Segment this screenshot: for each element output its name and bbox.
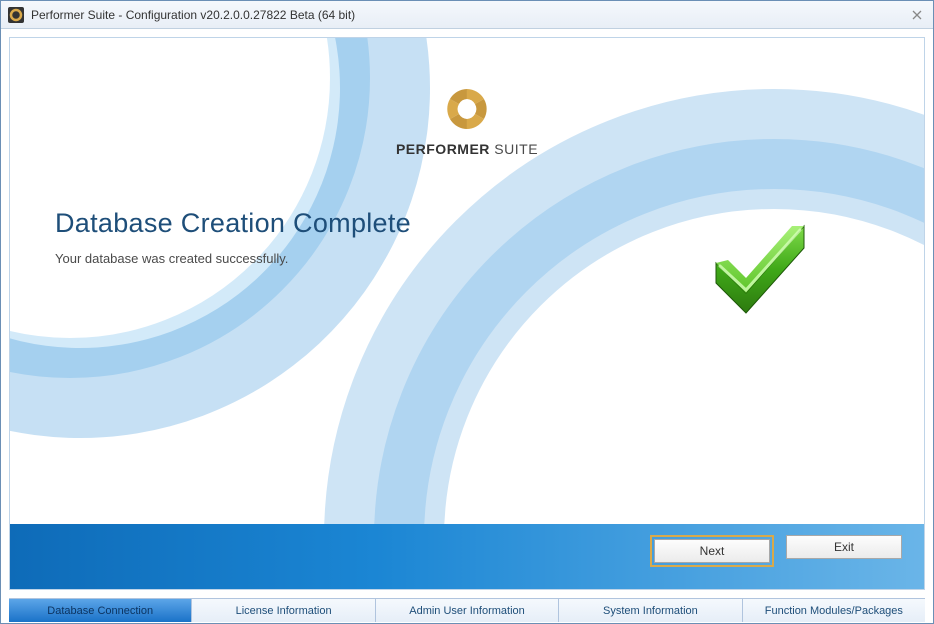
tab-function-modules-packages[interactable]: Function Modules/Packages xyxy=(743,599,925,622)
button-row: Next Exit xyxy=(650,535,902,567)
background-arc xyxy=(374,139,925,590)
app-icon xyxy=(7,6,25,24)
page-subtitle: Your database was created successfully. xyxy=(55,251,411,266)
titlebar-text: Performer Suite - Configuration v20.2.0.… xyxy=(31,8,907,22)
main-message: Database Creation Complete Your database… xyxy=(55,208,411,266)
tab-system-information[interactable]: System Information xyxy=(559,599,742,622)
success-checkmark-icon xyxy=(704,218,814,318)
tab-license-information[interactable]: License Information xyxy=(192,599,375,622)
tab-admin-user-information[interactable]: Admin User Information xyxy=(376,599,559,622)
next-button[interactable]: Next xyxy=(654,539,770,563)
logo-text: PERFORMER SUITE xyxy=(396,141,538,157)
content-area: PERFORMER SUITE Database Creation Comple… xyxy=(9,37,925,590)
logo-icon xyxy=(441,83,493,135)
wizard-tabs: Database Connection License Information … xyxy=(9,598,925,622)
page-title: Database Creation Complete xyxy=(55,208,411,239)
logo: PERFORMER SUITE xyxy=(396,83,538,157)
background-arc xyxy=(324,89,925,590)
tab-database-connection[interactable]: Database Connection xyxy=(9,599,192,622)
exit-button[interactable]: Exit xyxy=(786,535,902,559)
next-button-highlight: Next xyxy=(650,535,774,567)
close-icon[interactable] xyxy=(907,7,927,23)
config-window: Performer Suite - Configuration v20.2.0.… xyxy=(0,0,934,624)
titlebar: Performer Suite - Configuration v20.2.0.… xyxy=(1,1,933,29)
